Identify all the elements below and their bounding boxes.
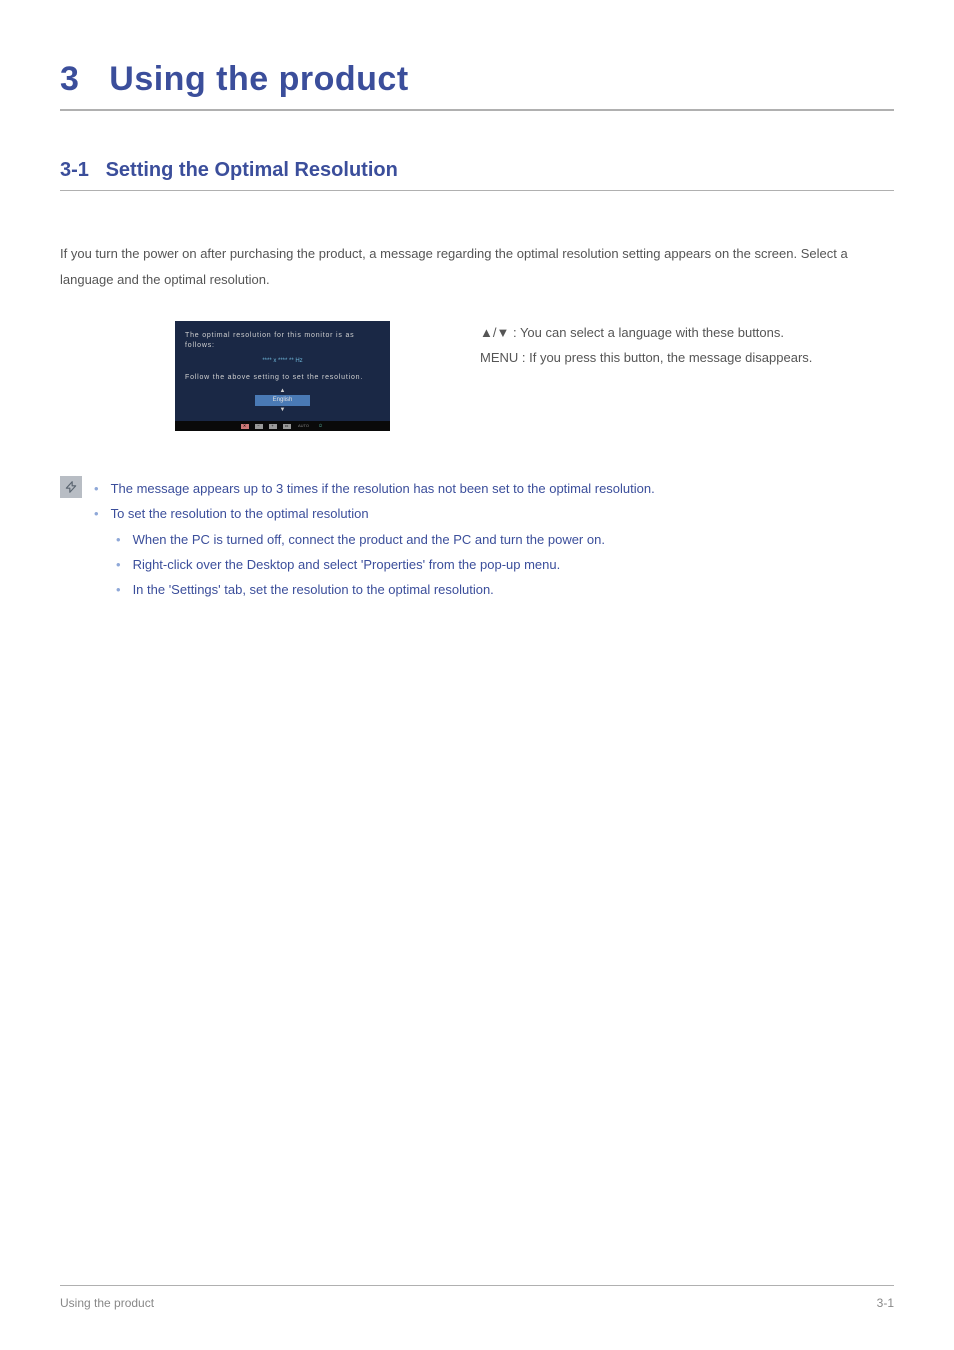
note-item-2-text: To set the resolution to the optimal res… <box>111 506 369 521</box>
section-number: 3-1 <box>60 159 89 181</box>
osd-plus-icon: + <box>269 424 277 429</box>
osd-minus-icon: − <box>255 424 263 429</box>
section-title: 3-1 Setting the Optimal Resolution <box>60 159 894 191</box>
button-explanation: ▲/▼ : You can select a language with the… <box>480 321 812 370</box>
osd-power-icon: ⏻ <box>317 424 325 429</box>
note-sublist: When the PC is turned off, connect the p… <box>116 527 655 603</box>
menu-explanation: MENU : If you press this button, the mes… <box>480 346 812 371</box>
osd-auto-label: AUTO <box>297 424 311 429</box>
osd-language-selector: ▲ English ▼ <box>185 387 380 414</box>
section-title-text: Setting the Optimal Resolution <box>106 159 398 181</box>
instruction-row: The optimal resolution for this monitor … <box>60 321 894 431</box>
note-sub-2: Right-click over the Desktop and select … <box>116 552 655 577</box>
chapter-title-text: Using the product <box>109 60 408 98</box>
page-footer: Using the product 3-1 <box>60 1285 894 1310</box>
osd-menu-icon: ▭ <box>283 424 291 429</box>
note-sub-3: In the 'Settings' tab, set the resolutio… <box>116 577 655 602</box>
arrows-explanation: ▲/▼ : You can select a language with the… <box>480 321 812 346</box>
note-item-2: To set the resolution to the optimal res… <box>94 501 655 602</box>
footer-left: Using the product <box>60 1296 154 1310</box>
osd-language-value: English <box>255 395 311 405</box>
note-sub-1: When the PC is turned off, connect the p… <box>116 527 655 552</box>
triangle-down-icon: ▼ <box>185 406 380 414</box>
footer-right: 3-1 <box>877 1296 894 1310</box>
note-list: The message appears up to 3 times if the… <box>94 476 655 603</box>
intro-paragraph: If you turn the power on after purchasin… <box>60 241 894 293</box>
osd-screenshot: The optimal resolution for this monitor … <box>175 321 390 431</box>
chapter-number: 3 <box>60 60 79 98</box>
note-icon <box>60 476 82 498</box>
osd-line1: The optimal resolution for this monitor … <box>185 331 380 351</box>
chapter-title: 3 Using the product <box>60 60 894 111</box>
triangle-up-icon: ▲ <box>185 387 380 395</box>
note-block: The message appears up to 3 times if the… <box>60 476 894 603</box>
osd-resolution: **** x **** ** Hz <box>185 357 380 365</box>
osd-line2: Follow the above setting to set the reso… <box>185 373 380 383</box>
note-item-1: The message appears up to 3 times if the… <box>94 476 655 501</box>
osd-button-bar: ✕ − + ▭ AUTO ⏻ <box>175 421 390 431</box>
osd-close-icon: ✕ <box>241 424 249 429</box>
